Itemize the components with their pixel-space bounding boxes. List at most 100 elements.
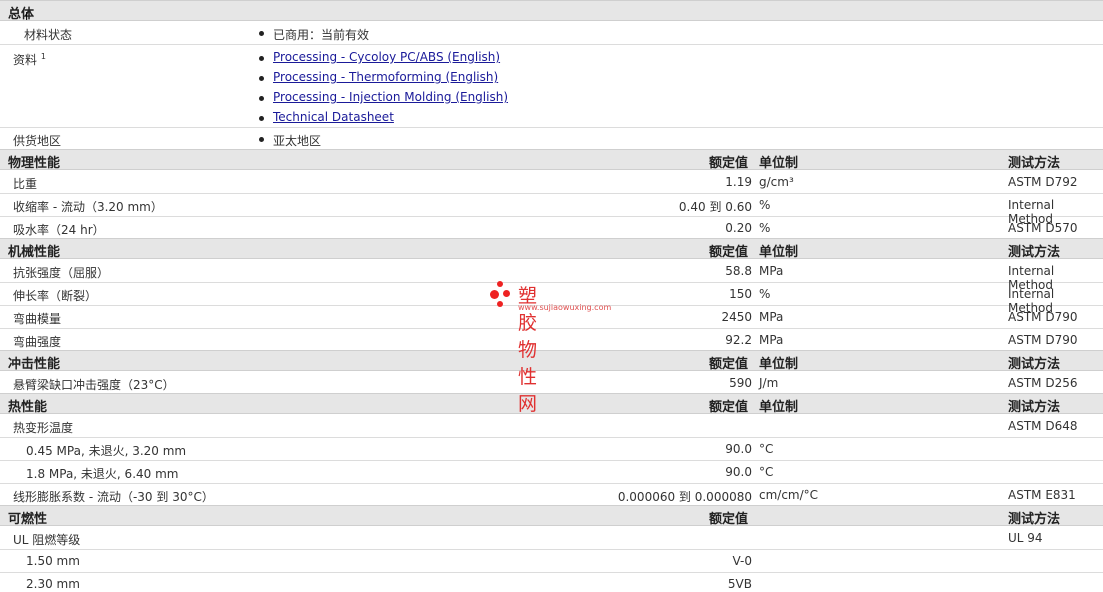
property-subrow: 1.50 mm V-0 <box>0 550 1103 573</box>
region-value: 亚太地区 <box>273 134 322 148</box>
property-unit: % <box>759 221 771 235</box>
property-unit: % <box>759 287 771 301</box>
property-label: 悬臂梁缺口冲击强度（23°C） <box>13 378 175 392</box>
property-unit: g/cm³ <box>759 175 794 189</box>
link-processing-cycoloy[interactable]: Processing - Cycoloy PC/ABS (English) <box>273 50 500 64</box>
property-row: 收缩率 - 流动（3.20 mm） 0.40 到 0.60 % Internal… <box>0 194 1103 226</box>
logo-dot-icon <box>503 290 510 297</box>
property-value: 590 <box>729 376 752 390</box>
property-label: 比重 <box>13 177 38 191</box>
unit-header: 单位制 <box>759 357 799 372</box>
rated-value-header: 额定值 <box>709 156 749 171</box>
unit-header: 单位制 <box>759 400 799 415</box>
property-row: 热变形温度 ASTM D648 <box>0 415 1103 438</box>
property-unit: °C <box>759 442 774 456</box>
property-value: V-0 <box>732 554 752 568</box>
property-value: 58.8 <box>725 264 752 278</box>
region-row: 供货地区 亚太地区 <box>0 128 1103 150</box>
status-row: 材料状态 已商用：当前有效 <box>0 22 1103 45</box>
property-value: 0.40 到 0.60 <box>678 200 752 214</box>
link-technical-datasheet[interactable]: Technical Datasheet <box>273 110 394 124</box>
property-subrow: 2.30 mm 5VB <box>0 573 1103 592</box>
method-header: 测试方法 <box>1008 512 1061 527</box>
property-row: 悬臂梁缺口冲击强度（23°C） 590 J/m ASTM D256 <box>0 372 1103 394</box>
property-label: 抗张强度（屈服） <box>13 266 110 280</box>
bullet-icon <box>259 116 264 121</box>
property-unit: cm/cm/°C <box>759 488 819 502</box>
section-title: 热性能 <box>8 400 48 415</box>
property-row: UL 阻燃等级 UL 94 <box>0 527 1103 550</box>
property-label: 线形膨胀系数 - 流动（-30 到 30°C） <box>13 490 214 504</box>
logo-dot-icon <box>490 290 499 299</box>
rated-value-header: 额定值 <box>709 512 749 527</box>
documents-row: 资料 1 Processing - Cycoloy PC/ABS (Englis… <box>0 45 1103 128</box>
property-value: 150 <box>729 287 752 301</box>
property-method: UL 94 <box>1008 531 1043 545</box>
section-thermal-header: 热性能 额定值 单位制 测试方法 <box>0 393 1103 415</box>
property-method: ASTM E831 <box>1008 488 1076 502</box>
property-label: 伸长率（断裂） <box>13 289 98 303</box>
method-header: 测试方法 <box>1008 156 1061 171</box>
property-value: 2450 <box>721 310 752 324</box>
property-row: 线形膨胀系数 - 流动（-30 到 30°C） 0.000060 到 0.000… <box>0 484 1103 506</box>
property-value: 5VB <box>727 577 752 591</box>
status-value: 已商用：当前有效 <box>273 28 370 42</box>
unit-header: 单位制 <box>759 245 799 260</box>
property-label: 0.45 MPa, 未退火, 3.20 mm <box>26 444 187 458</box>
property-row: 弯曲强度 92.2 MPa ASTM D790 <box>0 329 1103 351</box>
section-impact-header: 冲击性能 额定值 单位制 测试方法 <box>0 350 1103 372</box>
link-processing-injection-molding[interactable]: Processing - Injection Molding (English) <box>273 90 508 104</box>
documents-label: 资料 1 <box>13 52 46 67</box>
section-title: 总体 <box>8 7 35 22</box>
logo-dot-icon <box>497 281 503 287</box>
property-subrow: 0.45 MPa, 未退火, 3.20 mm 90.0 °C <box>0 438 1103 461</box>
property-unit: MPa <box>759 333 784 347</box>
section-title: 可燃性 <box>8 512 48 527</box>
property-label: UL 阻燃等级 <box>13 533 81 547</box>
logo-dot-icon <box>497 301 503 307</box>
link-processing-thermoforming[interactable]: Processing - Thermoforming (English) <box>273 70 498 84</box>
section-general-header: 总体 <box>0 0 1103 22</box>
watermark-url: www.sujiaowuxing.com <box>518 303 612 312</box>
property-label: 2.30 mm <box>26 577 80 591</box>
property-label: 吸水率（24 hr） <box>13 223 105 237</box>
property-value: 0.000060 到 0.000080 <box>617 490 752 504</box>
property-label: 弯曲强度 <box>13 335 62 349</box>
property-method: ASTM D790 <box>1008 310 1078 324</box>
property-label: 弯曲模量 <box>13 312 62 326</box>
bullet-icon <box>259 96 264 101</box>
property-value: 90.0 <box>725 442 752 456</box>
property-row: 抗张强度（屈服） 58.8 MPa Internal Method <box>0 260 1103 292</box>
bullet-icon <box>259 137 264 142</box>
property-method: ASTM D256 <box>1008 376 1078 390</box>
rated-value-header: 额定值 <box>709 400 749 415</box>
property-method: ASTM D792 <box>1008 175 1078 189</box>
method-header: 测试方法 <box>1008 245 1061 260</box>
property-method: ASTM D790 <box>1008 333 1078 347</box>
section-mechanical-header: 机械性能 额定值 单位制 测试方法 <box>0 238 1103 260</box>
property-subrow: 1.8 MPa, 未退火, 6.40 mm 90.0 °C <box>0 461 1103 484</box>
property-unit: J/m <box>759 376 779 390</box>
property-unit: MPa <box>759 310 784 324</box>
property-value: 90.0 <box>725 465 752 479</box>
property-unit: MPa <box>759 264 784 278</box>
section-title: 机械性能 <box>8 245 61 260</box>
method-header: 测试方法 <box>1008 357 1061 372</box>
bullet-icon <box>259 31 264 36</box>
rated-value-header: 额定值 <box>709 245 749 260</box>
property-value: 92.2 <box>725 333 752 347</box>
property-method: ASTM D570 <box>1008 221 1078 235</box>
section-flammability-header: 可燃性 额定值 测试方法 <box>0 505 1103 527</box>
bullet-icon <box>259 56 264 61</box>
rated-value-header: 额定值 <box>709 357 749 372</box>
property-unit: °C <box>759 465 774 479</box>
property-label: 收缩率 - 流动（3.20 mm） <box>13 200 163 214</box>
method-header: 测试方法 <box>1008 400 1061 415</box>
section-title: 冲击性能 <box>8 357 61 372</box>
property-row: 吸水率（24 hr） 0.20 % ASTM D570 <box>0 217 1103 239</box>
property-value: 1.19 <box>725 175 752 189</box>
unit-header: 单位制 <box>759 156 799 171</box>
property-value: 0.20 <box>725 221 752 235</box>
property-row: 比重 1.19 g/cm³ ASTM D792 <box>0 171 1103 194</box>
status-label: 材料状态 <box>24 28 73 42</box>
